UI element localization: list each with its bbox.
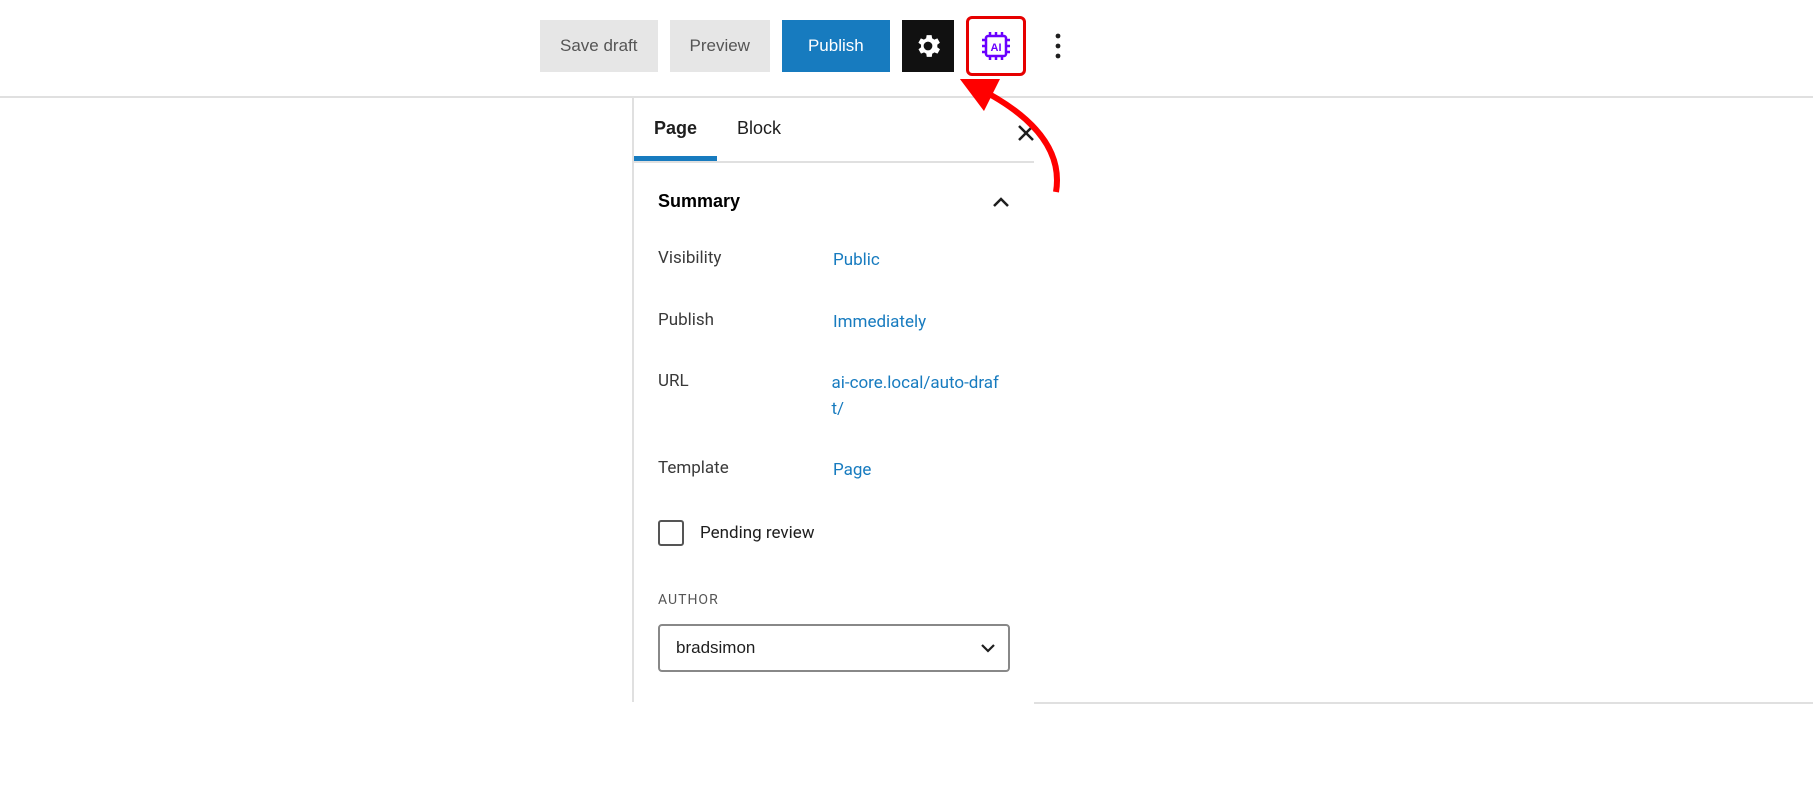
chevron-up-icon [992,196,1010,208]
more-options-button[interactable] [1038,20,1078,72]
panel-tabs: Page Block [634,98,1034,163]
pending-review-checkbox[interactable] [658,520,684,546]
url-label: URL [658,371,831,422]
preview-button[interactable]: Preview [670,20,770,72]
author-select[interactable]: bradsimon [658,624,1010,672]
visibility-row: Visibility Public [634,230,1034,292]
pending-review-row: Pending review [634,502,1034,564]
template-label: Template [658,458,833,484]
visibility-value[interactable]: Public [833,248,880,274]
url-value[interactable]: ai-core.local/auto-draft/ [831,371,1010,422]
ai-plugin-button[interactable]: AI [966,16,1026,76]
svg-text:AI: AI [990,42,1001,54]
ai-chip-icon: AI [976,26,1016,66]
pending-review-label: Pending review [700,523,815,543]
close-panel-button[interactable] [1008,116,1044,152]
gear-icon [913,31,943,61]
editor-toolbar: Save draft Preview Publish AI [0,0,1813,96]
save-draft-button[interactable]: Save draft [540,20,658,72]
settings-panel: Page Block Summary Visibility Public Pub… [632,98,1034,702]
publish-label: Publish [658,310,833,336]
author-select-wrap: bradsimon [658,624,1010,672]
tab-block[interactable]: Block [717,98,801,161]
url-row: URL ai-core.local/auto-draft/ [634,353,1034,440]
tab-page[interactable]: Page [634,98,717,161]
summary-section-toggle[interactable]: Summary [634,163,1034,230]
template-row: Template Page [634,440,1034,502]
publish-value[interactable]: Immediately [833,310,926,336]
summary-title: Summary [658,191,740,212]
publish-button[interactable]: Publish [782,20,890,72]
settings-button[interactable] [902,20,954,72]
vertical-dots-icon [1055,32,1061,60]
author-section-label: AUTHOR [634,564,1034,618]
publish-row: Publish Immediately [634,292,1034,354]
visibility-label: Visibility [658,248,833,274]
template-value[interactable]: Page [833,458,871,484]
close-icon [1016,123,1036,143]
